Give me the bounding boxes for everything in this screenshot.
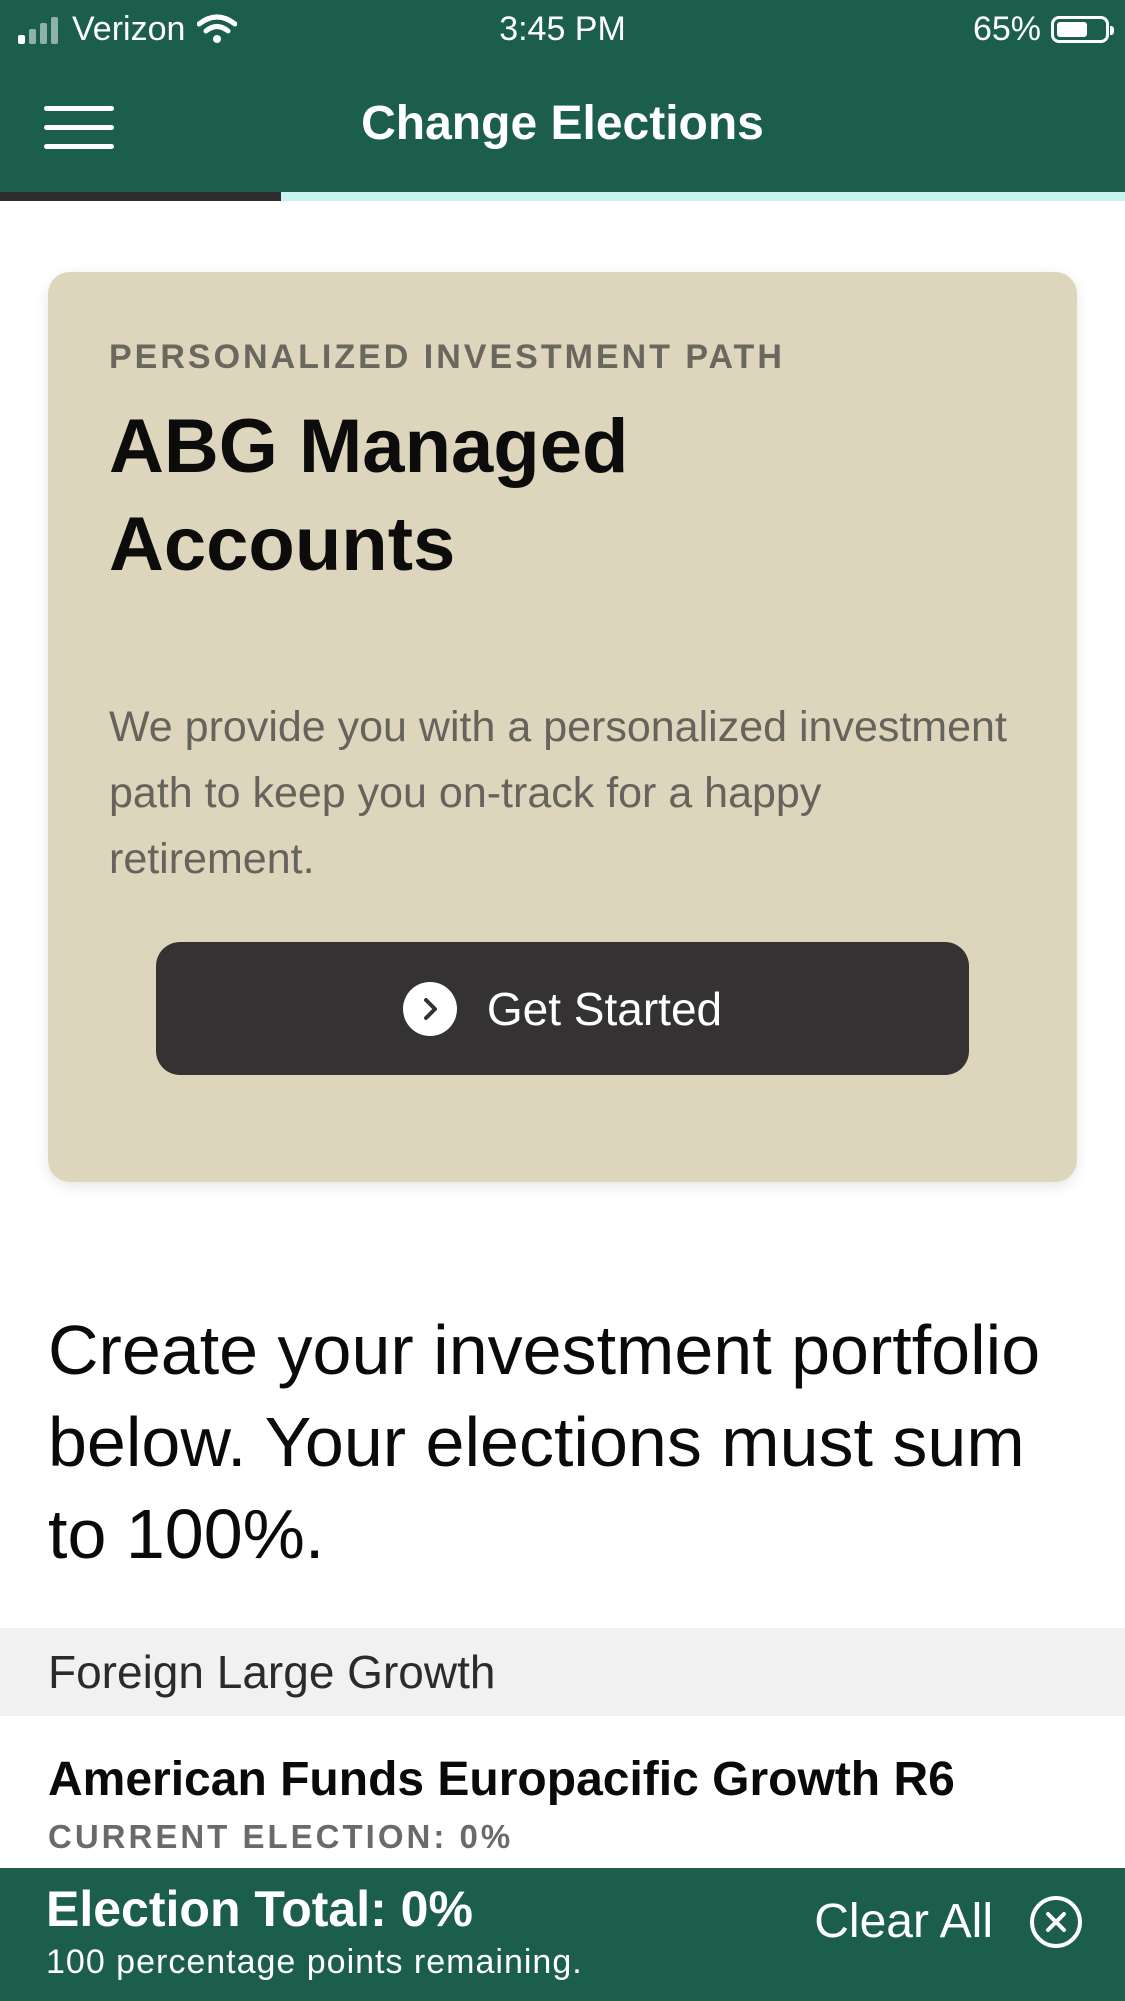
- get-started-label: Get Started: [486, 982, 723, 1035]
- status-time: 3:45 PM: [499, 10, 626, 48]
- status-bar: Verizon 3:45 PM 65%: [0, 0, 1125, 58]
- close-circle-icon[interactable]: [1029, 1895, 1083, 1949]
- clear-all-button[interactable]: Clear All: [814, 1894, 1083, 1950]
- fund-current-election: CURRENT ELECTION: 0%: [48, 1818, 514, 1855]
- managed-accounts-card: PERSONALIZED INVESTMENT PATH ABG Managed…: [48, 272, 1077, 1182]
- fund-name[interactable]: American Funds Europacific Growth R6: [48, 1752, 955, 1808]
- clear-all-label: Clear All: [814, 1895, 993, 1948]
- card-description: We provide you with a personalized inves…: [109, 703, 1007, 883]
- app-header: Change Elections: [0, 58, 1125, 192]
- election-total-bar: Election Total: 0% 100 percentage points…: [0, 1868, 1125, 2001]
- battery-percentage: 65%: [972, 10, 1041, 48]
- points-remaining: 100 percentage points remaining.: [46, 1943, 583, 1981]
- progress-bar: [0, 192, 1125, 201]
- card-title: ABG Managed Accounts: [109, 404, 629, 587]
- page-title: Change Elections: [361, 97, 764, 150]
- battery-icon: [1051, 15, 1114, 43]
- card-eyebrow: PERSONALIZED INVESTMENT PATH: [109, 338, 785, 376]
- section-header: Foreign Large Growth: [0, 1628, 1125, 1716]
- progress-bar-fill: [0, 192, 282, 201]
- portfolio-instructions: Create your investment portfolio below. …: [48, 1311, 1041, 1573]
- status-right: 65%: [972, 10, 1114, 48]
- section-label: Foreign Large Growth: [48, 1646, 496, 1698]
- get-started-button[interactable]: Get Started: [156, 942, 969, 1075]
- election-total: Election Total: 0%: [46, 1881, 473, 1937]
- chevron-right-circle-icon: [402, 981, 457, 1036]
